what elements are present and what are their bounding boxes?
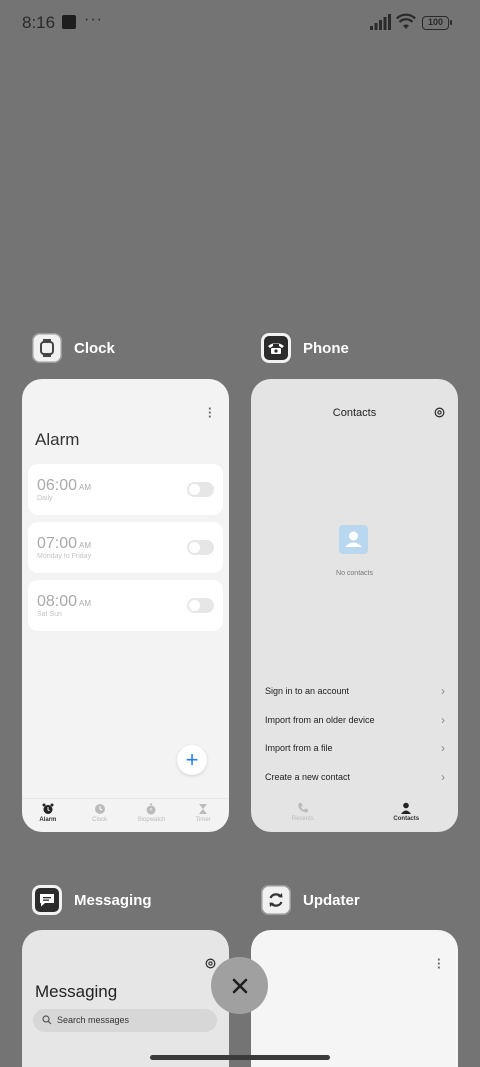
- telephone-icon: [261, 333, 291, 363]
- search-messages-field: Search messages: [33, 1009, 217, 1032]
- status-time: 8:16: [22, 13, 56, 32]
- alarm-time: 06:00 AM: [37, 477, 92, 494]
- nav-clock: Clock: [74, 799, 126, 832]
- empty-contacts-icon: [339, 525, 368, 554]
- phone-app-preview[interactable]: Contacts No contacts Sign in to an accou…: [251, 379, 458, 832]
- hourglass-icon: [199, 804, 208, 814]
- sign-in-account-item: Sign in to an account ›: [265, 684, 445, 698]
- handset-icon: [298, 803, 308, 813]
- phone-bottom-nav: Recents Contacts: [251, 798, 458, 832]
- wifi-icon: [396, 13, 416, 29]
- messaging-app-header[interactable]: Messaging: [32, 885, 152, 915]
- clock-app-header[interactable]: Clock: [32, 333, 115, 363]
- close-icon: [232, 978, 247, 993]
- clock-bottom-nav: Alarm Clock Stopwatch Timer: [22, 798, 229, 832]
- alarm-page-title: Alarm: [35, 430, 80, 449]
- alarm-repeat: Monday to Friday: [37, 553, 92, 560]
- settings-gear-icon: [205, 958, 216, 969]
- battery-icon: 100: [422, 16, 452, 30]
- add-alarm-button: +: [177, 745, 207, 775]
- status-bar: 8:16 ··· 100: [0, 0, 480, 46]
- refresh-icon: [261, 885, 291, 915]
- alarm-repeat: Sat Sun: [37, 611, 62, 618]
- nav-timer: Timer: [177, 799, 229, 832]
- alarm-clock-icon: [42, 803, 54, 814]
- updater-app-preview[interactable]: · · ·: [251, 930, 458, 1067]
- clear-all-button[interactable]: [211, 957, 268, 1014]
- home-indicator[interactable]: [150, 1055, 330, 1060]
- stopwatch-icon: [146, 803, 156, 815]
- notification-app-icon: [62, 15, 76, 29]
- alarm-repeat: Daily: [37, 495, 53, 502]
- alarm-toggle: [187, 482, 214, 497]
- nav-stopwatch: Stopwatch: [126, 799, 178, 832]
- alarm-time: 07:00 AM: [37, 535, 92, 552]
- contacts-page-title: Contacts: [332, 407, 377, 419]
- create-contact-item: Create a new contact ›: [265, 770, 445, 784]
- updater-app-name: Updater: [303, 891, 360, 909]
- chevron-right-icon: ›: [441, 741, 445, 755]
- chevron-right-icon: ›: [441, 684, 445, 698]
- more-notifications-icon: ···: [84, 11, 103, 28]
- nav-contacts: Contacts: [355, 798, 459, 832]
- alarm-item: 06:00 AM Daily: [28, 464, 223, 515]
- clock-app-name: Clock: [74, 339, 115, 357]
- chevron-right-icon: ›: [441, 713, 445, 727]
- import-older-device-item: Import from an older device ›: [265, 713, 445, 727]
- nav-alarm: Alarm: [22, 799, 74, 832]
- messaging-page-title: Messaging: [35, 982, 118, 1001]
- import-file-item: Import from a file ›: [265, 741, 445, 755]
- messaging-app-name: Messaging: [74, 891, 152, 909]
- no-contacts-text: No contacts: [336, 570, 373, 577]
- clock-icon: [94, 804, 105, 814]
- alarm-item: 07:00 AM Monday to Friday: [28, 522, 223, 573]
- alarm-toggle: [187, 598, 214, 613]
- updater-app-header[interactable]: Updater: [261, 885, 360, 915]
- nav-recents: Recents: [251, 798, 355, 832]
- alarm-toggle: [187, 540, 214, 555]
- phone-app-header[interactable]: Phone: [261, 333, 349, 363]
- alarm-time: 08:00 AM: [37, 593, 92, 610]
- chevron-right-icon: ›: [441, 770, 445, 784]
- more-options-icon: · · ·: [437, 952, 442, 975]
- alarm-item: 08:00 AM Sat Sun: [28, 580, 223, 631]
- chat-bubble-icon: [32, 885, 62, 915]
- smartwatch-icon: [32, 333, 62, 363]
- clock-app-preview[interactable]: · · · Alarm 06:00 AM Daily 07:00 AM Monday t…: [22, 379, 229, 832]
- settings-gear-icon: [434, 407, 445, 418]
- signal-icon: [370, 14, 391, 30]
- messaging-app-preview[interactable]: Messaging Search messages: [22, 930, 229, 1067]
- person-icon: [401, 802, 412, 814]
- search-icon: [42, 1015, 52, 1025]
- phone-app-name: Phone: [303, 339, 349, 357]
- more-options-icon: · · ·: [208, 401, 213, 424]
